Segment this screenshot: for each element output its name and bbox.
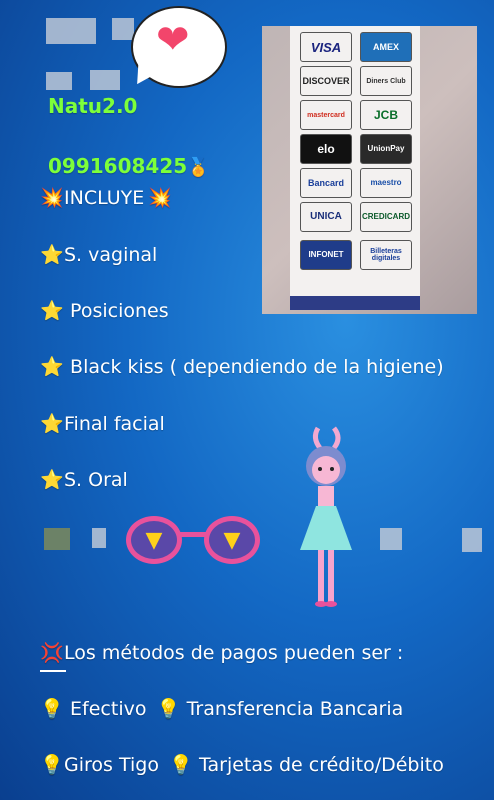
anger-icon: 💢 [40, 642, 64, 664]
payments-title: Los métodos de pagos pueden ser : [64, 642, 404, 664]
payments-heading: 💢Los métodos de pagos pueden ser : [40, 641, 403, 664]
lightbulb-icon: 💡 [40, 754, 64, 776]
medal-icon: 🏅 [187, 157, 210, 178]
thumbs-down-icon: ▼ [204, 516, 260, 564]
payment-method: Efectivo [70, 698, 147, 720]
payment-method: Transferencia Bancaria [186, 698, 404, 720]
blurred-area [380, 528, 402, 550]
service-item: ⭐Final facial [40, 412, 165, 435]
unionpay-logo: UnionPay [360, 134, 412, 164]
billeteras-logo: Billeteras digitales [360, 240, 412, 270]
service-item: ⭐S. vaginal [40, 243, 157, 266]
service-label: Final facial [64, 413, 165, 435]
glasses-bridge [180, 532, 206, 537]
elo-logo: elo [300, 134, 352, 164]
service-item: ⭐ Black kiss ( dependiendo de la higiene… [40, 355, 444, 378]
star-icon: ⭐ [40, 469, 64, 491]
thumbs-down-glasses-sticker: ▼ ▼ [124, 510, 264, 570]
lightbulb-icon: 💡 [40, 698, 64, 720]
diners-logo: Diners Club [360, 66, 412, 96]
payment-method: Giros Tigo [64, 754, 159, 776]
bancard-logo: Bancard [300, 168, 352, 198]
maestro-logo: maestro [360, 168, 412, 198]
blurred-area [90, 70, 120, 90]
jcb-logo: JCB [360, 100, 412, 130]
phone-number: 0991608425 [48, 154, 188, 178]
service-label: Black kiss ( dependiendo de la higiene) [70, 356, 444, 378]
divider [40, 670, 66, 672]
thumbs-down-icon: ▼ [126, 516, 182, 564]
burst-icon: 💥 [40, 187, 64, 209]
service-label: S. vaginal [64, 244, 158, 266]
bunny-girl-sticker [300, 426, 352, 607]
service-item: ⭐ Posiciones [40, 299, 169, 322]
infonet-logo: INFONET [300, 240, 352, 270]
credicard-logo: CREDICARD [360, 202, 412, 232]
includes-label: INCLUYE [64, 187, 145, 209]
blurred-area [44, 528, 70, 550]
blurred-area [92, 528, 106, 548]
profile-phone: 0991608425🏅 [48, 154, 210, 178]
service-item: ⭐S. Oral [40, 468, 128, 491]
payment-row: 💡Giros Tigo 💡 Tarjetas de crédito/Débito [40, 753, 444, 776]
star-icon: ⭐ [40, 356, 64, 378]
star-icon: ⭐ [40, 300, 64, 322]
payment-method: Tarjetas de crédito/Débito [199, 754, 444, 776]
blurred-area [46, 18, 96, 44]
amex-logo: AMEX [360, 32, 412, 62]
heart-icon: ❤ [156, 17, 190, 63]
cards-sticker-bar [290, 296, 420, 310]
star-icon: ⭐ [40, 244, 64, 266]
unica-logo: UNICA [300, 202, 352, 232]
star-icon: ⭐ [40, 413, 64, 435]
includes-heading: 💥INCLUYE 💥 [40, 186, 172, 209]
burst-icon: 💥 [148, 187, 172, 209]
discover-logo: DISCOVER [300, 66, 352, 96]
blurred-area [112, 18, 134, 40]
mastercard-logo: mastercard [300, 100, 352, 130]
payment-row: 💡 Efectivo 💡 Transferencia Bancaria [40, 697, 403, 720]
service-label: S. Oral [64, 469, 128, 491]
profile-name: Natu2.0 [48, 94, 138, 118]
service-label: Posiciones [70, 300, 169, 322]
payment-cards-photo: VISA AMEX DISCOVER Diners Club mastercar… [262, 26, 477, 314]
lightbulb-icon: 💡 [156, 698, 181, 720]
visa-logo: VISA [300, 32, 352, 62]
blurred-area [462, 528, 482, 552]
lightbulb-icon: 💡 [169, 754, 193, 776]
blurred-area [46, 72, 72, 90]
cards-sticker: VISA AMEX DISCOVER Diners Club mastercar… [290, 26, 420, 296]
